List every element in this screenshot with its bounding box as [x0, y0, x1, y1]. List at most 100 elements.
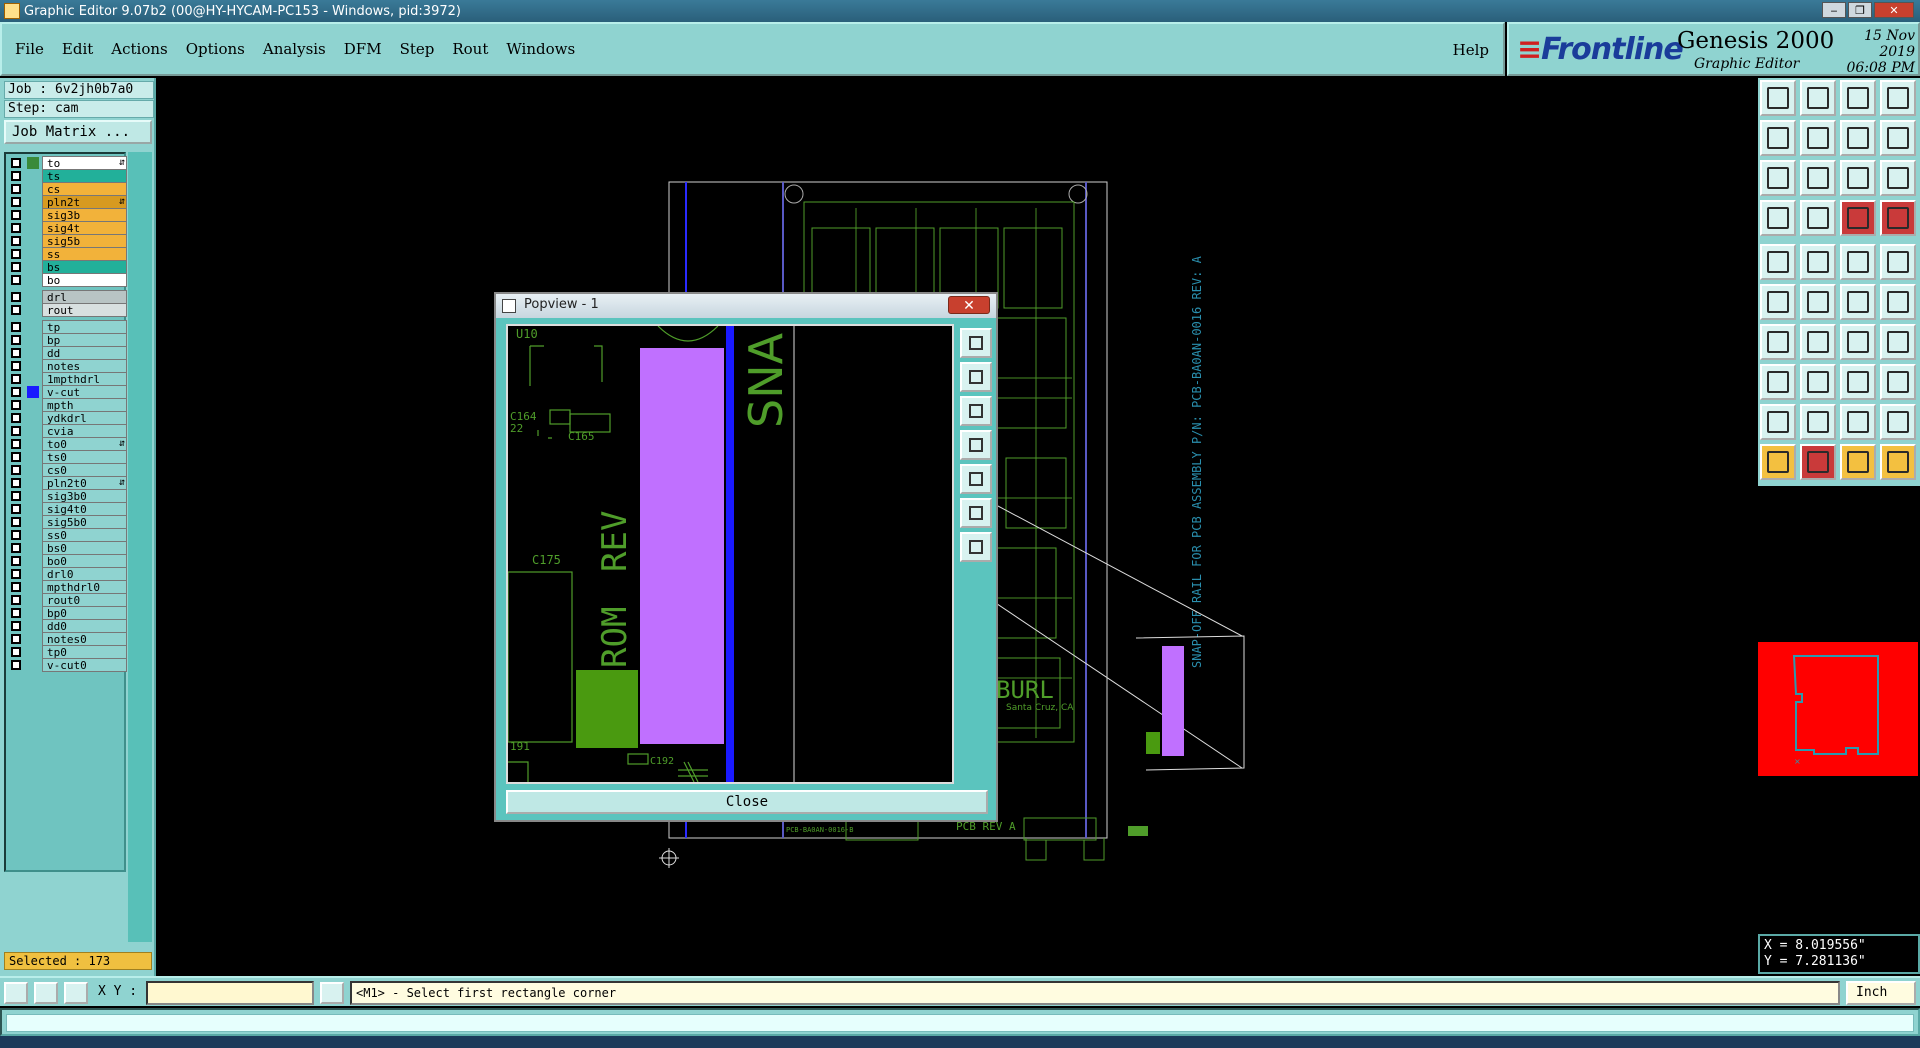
undo-icon[interactable]: [1760, 120, 1796, 156]
layer-affected-icon[interactable]: [27, 529, 39, 541]
layer-row[interactable]: sig5b0: [6, 515, 128, 529]
layer-checkbox[interactable]: [11, 158, 21, 168]
close-window-button[interactable]: ✕: [1874, 2, 1914, 18]
layer-affected-icon[interactable]: [27, 607, 39, 619]
popview-pan-left-button[interactable]: [960, 430, 992, 460]
layer-row[interactable]: mpthdrl0: [6, 580, 128, 594]
layer-affected-icon[interactable]: [27, 399, 39, 411]
layer-checkbox[interactable]: [11, 608, 21, 618]
triangle-icon[interactable]: [1760, 404, 1796, 440]
popview-fit-button[interactable]: [960, 498, 992, 528]
layer-affected-icon[interactable]: [27, 633, 39, 645]
layer-affected-icon[interactable]: [27, 386, 39, 398]
layer-checkbox[interactable]: [11, 262, 21, 272]
poly-icon[interactable]: [1840, 404, 1876, 440]
layer-checkbox[interactable]: [11, 556, 21, 566]
layer-checkbox[interactable]: [11, 184, 21, 194]
layer-checkbox[interactable]: [11, 647, 21, 657]
layer-checkbox[interactable]: [11, 660, 21, 670]
layer-affected-icon[interactable]: [27, 581, 39, 593]
layer-affected-icon[interactable]: [27, 157, 39, 169]
layer-checkbox[interactable]: [11, 517, 21, 527]
layer-checkbox[interactable]: [11, 543, 21, 553]
layer-affected-icon[interactable]: [27, 620, 39, 632]
layer-affected-icon[interactable]: [27, 412, 39, 424]
layer-checkbox[interactable]: [11, 335, 21, 345]
menu-options[interactable]: Options: [177, 40, 254, 58]
popview-pan-down-button[interactable]: [960, 396, 992, 426]
layer-row[interactable]: bs0: [6, 541, 128, 555]
layer-affected-icon[interactable]: [27, 347, 39, 359]
layer-checkbox[interactable]: [11, 348, 21, 358]
layer-row[interactable]: rout: [6, 303, 128, 317]
layer-affected-icon[interactable]: [27, 464, 39, 476]
units-selector[interactable]: Inch: [1846, 981, 1916, 1005]
layer-affected-icon[interactable]: [27, 516, 39, 528]
layer-row[interactable]: ts0: [6, 450, 128, 464]
menu-analysis[interactable]: Analysis: [254, 40, 335, 58]
layer-row[interactable]: ydkdrl: [6, 411, 128, 425]
layer-checkbox[interactable]: [11, 413, 21, 423]
layer-row[interactable]: cs: [6, 182, 128, 196]
select-icon[interactable]: [1760, 444, 1796, 480]
layer-affected-icon[interactable]: [27, 321, 39, 333]
layer-row[interactable]: sig4t0: [6, 502, 128, 516]
layer-affected-icon[interactable]: [27, 373, 39, 385]
red-tool-2-icon[interactable]: [1880, 200, 1916, 236]
menu-dfm[interactable]: DFM: [335, 40, 391, 58]
layer-affected-icon[interactable]: [27, 360, 39, 372]
layout-icon[interactable]: [1880, 80, 1916, 116]
layer-row[interactable]: sig3b: [6, 208, 128, 222]
text-cursor-icon[interactable]: [320, 982, 344, 1004]
command-line-input[interactable]: [6, 1014, 1914, 1032]
layer-row[interactable]: ss0: [6, 528, 128, 542]
menu-windows[interactable]: Windows: [497, 40, 584, 58]
layer-row[interactable]: sig4t: [6, 221, 128, 235]
add-line-icon[interactable]: [1800, 244, 1836, 280]
resize-icon[interactable]: [1840, 364, 1876, 400]
layer-row[interactable]: tp0: [6, 645, 128, 659]
layer-checkbox[interactable]: [11, 236, 21, 246]
layer-scroll-strip[interactable]: [128, 152, 152, 942]
layer-row[interactable]: dd: [6, 346, 128, 360]
layer-row[interactable]: tp: [6, 320, 128, 334]
dot-icon[interactable]: [1880, 244, 1916, 280]
drag-icon[interactable]: [1840, 284, 1876, 320]
layer-checkbox[interactable]: [11, 595, 21, 605]
measure-mode-icon[interactable]: [34, 982, 58, 1004]
layer-row[interactable]: dd0: [6, 619, 128, 633]
open-job-icon[interactable]: [1760, 80, 1796, 116]
layer-affected-icon[interactable]: [27, 209, 39, 221]
layer-checkbox[interactable]: [11, 171, 21, 181]
layer-row[interactable]: drl0: [6, 567, 128, 581]
layer-checkbox[interactable]: [11, 361, 21, 371]
layer-affected-icon[interactable]: [27, 170, 39, 182]
layer-checkbox[interactable]: [11, 275, 21, 285]
route-icon[interactable]: [1880, 444, 1916, 480]
layer-row[interactable]: rout0: [6, 593, 128, 607]
popview-titlebar[interactable]: Popview - 1: [496, 294, 996, 318]
layer-row[interactable]: drl: [6, 290, 128, 304]
layer-affected-icon[interactable]: [27, 196, 39, 208]
layer-checkbox[interactable]: [11, 322, 21, 332]
layer-affected-icon[interactable]: [27, 555, 39, 567]
draw-mode-icon[interactable]: [4, 982, 28, 1004]
layer-row[interactable]: ts: [6, 169, 128, 183]
layer-row[interactable]: ss: [6, 247, 128, 261]
layer-row[interactable]: to ⇵: [6, 156, 128, 170]
cross-icon[interactable]: [1800, 284, 1836, 320]
point-icon[interactable]: [1880, 284, 1916, 320]
layer-affected-icon[interactable]: [27, 542, 39, 554]
shape-icon[interactable]: [1880, 404, 1916, 440]
redo-icon[interactable]: [1800, 120, 1836, 156]
layer-affected-icon[interactable]: [27, 304, 39, 316]
xy-input[interactable]: [146, 981, 314, 1005]
zoom-center-icon[interactable]: [1800, 160, 1836, 196]
layer-checkbox[interactable]: [11, 465, 21, 475]
layer-affected-icon[interactable]: [27, 261, 39, 273]
layer-affected-icon[interactable]: [27, 334, 39, 346]
popview-zoom-in-button[interactable]: [960, 328, 992, 358]
snap-icon[interactable]: [1760, 200, 1796, 236]
layer-affected-icon[interactable]: [27, 291, 39, 303]
menu-file[interactable]: File: [6, 40, 53, 58]
